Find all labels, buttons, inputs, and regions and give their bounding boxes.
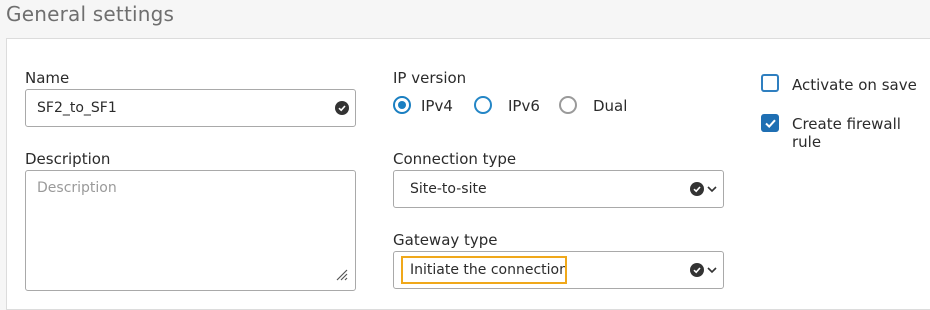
check-circle-icon bbox=[690, 182, 704, 196]
section-title: General settings bbox=[6, 2, 175, 26]
gateway-type-label: Gateway type bbox=[393, 231, 498, 249]
radio-dual[interactable] bbox=[559, 96, 577, 114]
radio-ipv4-label[interactable]: IPv4 bbox=[421, 97, 453, 115]
chevron-down-icon[interactable] bbox=[706, 183, 718, 195]
name-input[interactable]: SF2_to_SF1 bbox=[25, 89, 356, 127]
chevron-down-icon[interactable] bbox=[706, 264, 718, 276]
create-firewall-rule-checkbox[interactable] bbox=[761, 114, 779, 132]
description-textarea[interactable]: Description bbox=[25, 170, 356, 291]
name-label: Name bbox=[25, 69, 70, 87]
create-firewall-rule-label[interactable]: Create firewall rule bbox=[792, 115, 930, 151]
check-circle-icon bbox=[335, 101, 349, 115]
gateway-type-highlight bbox=[401, 256, 567, 284]
description-label: Description bbox=[25, 150, 111, 168]
name-input-value: SF2_to_SF1 bbox=[37, 100, 117, 116]
connection-type-label: Connection type bbox=[393, 150, 517, 168]
ip-version-label: IP version bbox=[393, 69, 467, 87]
radio-ipv4[interactable] bbox=[393, 96, 411, 114]
resize-grip-icon[interactable] bbox=[334, 267, 348, 281]
radio-ipv6-label[interactable]: IPv6 bbox=[508, 97, 540, 115]
radio-ipv6[interactable] bbox=[474, 96, 492, 114]
checkmark-icon bbox=[765, 119, 776, 129]
activate-on-save-label[interactable]: Activate on save bbox=[792, 76, 917, 94]
radio-dual-label[interactable]: Dual bbox=[593, 97, 627, 115]
check-circle-icon bbox=[690, 263, 704, 277]
activate-on-save-checkbox[interactable] bbox=[761, 74, 779, 92]
connection-type-value: Site-to-site bbox=[410, 181, 487, 197]
connection-type-select[interactable]: Site-to-site bbox=[393, 170, 724, 208]
description-placeholder: Description bbox=[37, 180, 117, 196]
